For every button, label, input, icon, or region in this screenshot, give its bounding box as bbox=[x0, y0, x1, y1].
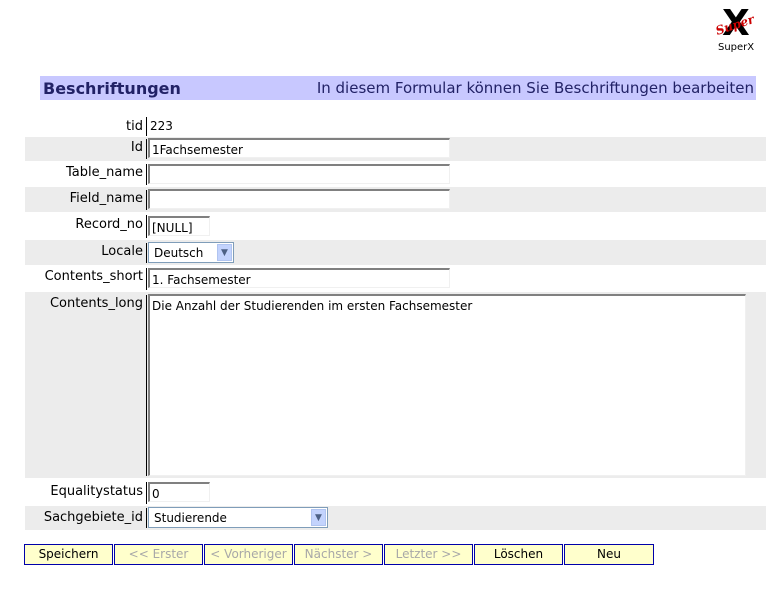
new-record-button[interactable]: Neu bbox=[564, 544, 654, 565]
row-separator bbox=[146, 190, 147, 210]
previous-record-button[interactable]: < Vorheriger bbox=[204, 544, 293, 565]
row-field-name: Field_name bbox=[25, 187, 766, 212]
id-label: Id bbox=[130, 140, 143, 155]
row-separator bbox=[146, 243, 147, 263]
logo-caption: SuperX bbox=[718, 42, 755, 53]
page-title: Beschriftungen bbox=[43, 78, 181, 98]
first-record-button[interactable]: << Erster bbox=[114, 544, 203, 565]
row-separator bbox=[146, 164, 147, 185]
row-separator bbox=[146, 482, 147, 504]
table-name-label: Table_name bbox=[66, 165, 143, 180]
field-name-field[interactable] bbox=[148, 189, 450, 209]
record-no-field[interactable]: [NULL] bbox=[148, 216, 210, 236]
record-no-label: Record_no bbox=[75, 217, 143, 232]
row-locale: Locale Deutsch ▼ bbox=[25, 240, 766, 265]
row-separator bbox=[146, 268, 147, 290]
locale-label: Locale bbox=[101, 244, 143, 259]
chevron-down-icon[interactable]: ▼ bbox=[217, 244, 232, 261]
table-name-field[interactable] bbox=[148, 164, 450, 184]
tid-value: 223 bbox=[150, 119, 173, 133]
form-header: Beschriftungen In diesem Formular können… bbox=[40, 76, 756, 100]
row-separator bbox=[146, 295, 147, 476]
last-record-button[interactable]: Letzter >> bbox=[384, 544, 473, 565]
row-contents-long: Contents_long Die Anzahl der Studierende… bbox=[25, 292, 766, 478]
field-name-label: Field_name bbox=[69, 191, 143, 206]
equalitystatus-label: Equalitystatus bbox=[50, 484, 143, 499]
superx-logo: X Super SuperX bbox=[712, 6, 760, 60]
row-separator bbox=[146, 508, 147, 528]
row-equalitystatus: Equalitystatus 0 bbox=[25, 478, 766, 506]
contents-short-label: Contents_short bbox=[44, 269, 143, 284]
next-record-button[interactable]: Nächster > bbox=[294, 544, 383, 565]
sachgebiete-id-selected-value: Studierende bbox=[154, 511, 227, 525]
contents-long-textarea[interactable]: Die Anzahl der Studierenden im ersten Fa… bbox=[148, 294, 746, 476]
page-subtitle: In diesem Formular können Sie Beschriftu… bbox=[316, 79, 754, 97]
row-separator bbox=[146, 117, 147, 136]
row-contents-short: Contents_short 1. Fachsemester bbox=[25, 265, 766, 292]
locale-selected-value: Deutsch bbox=[154, 246, 204, 260]
row-table-name: Table_name bbox=[25, 161, 766, 187]
row-sachgebiete-id: Sachgebiete_id Studierende ▼ bbox=[25, 506, 766, 530]
row-record-no: Record_no [NULL] bbox=[25, 212, 766, 240]
row-id: Id 1Fachsemester bbox=[25, 137, 766, 161]
locale-select[interactable]: Deutsch ▼ bbox=[148, 242, 234, 263]
row-separator bbox=[146, 139, 147, 159]
equalitystatus-field[interactable]: 0 bbox=[148, 482, 210, 502]
sachgebiete-id-label: Sachgebiete_id bbox=[43, 510, 143, 525]
sachgebiete-id-select[interactable]: Studierende ▼ bbox=[148, 507, 328, 528]
id-field[interactable]: 1Fachsemester bbox=[148, 138, 450, 158]
row-tid: tid 223 bbox=[25, 115, 766, 137]
contents-long-label: Contents_long bbox=[49, 296, 143, 311]
row-separator bbox=[146, 215, 147, 238]
delete-button[interactable]: Löschen bbox=[474, 544, 563, 565]
save-button[interactable]: Speichern bbox=[24, 544, 113, 565]
chevron-down-icon[interactable]: ▼ bbox=[311, 509, 326, 526]
contents-short-field[interactable]: 1. Fachsemester bbox=[148, 268, 450, 288]
tid-label: tid bbox=[126, 119, 143, 134]
